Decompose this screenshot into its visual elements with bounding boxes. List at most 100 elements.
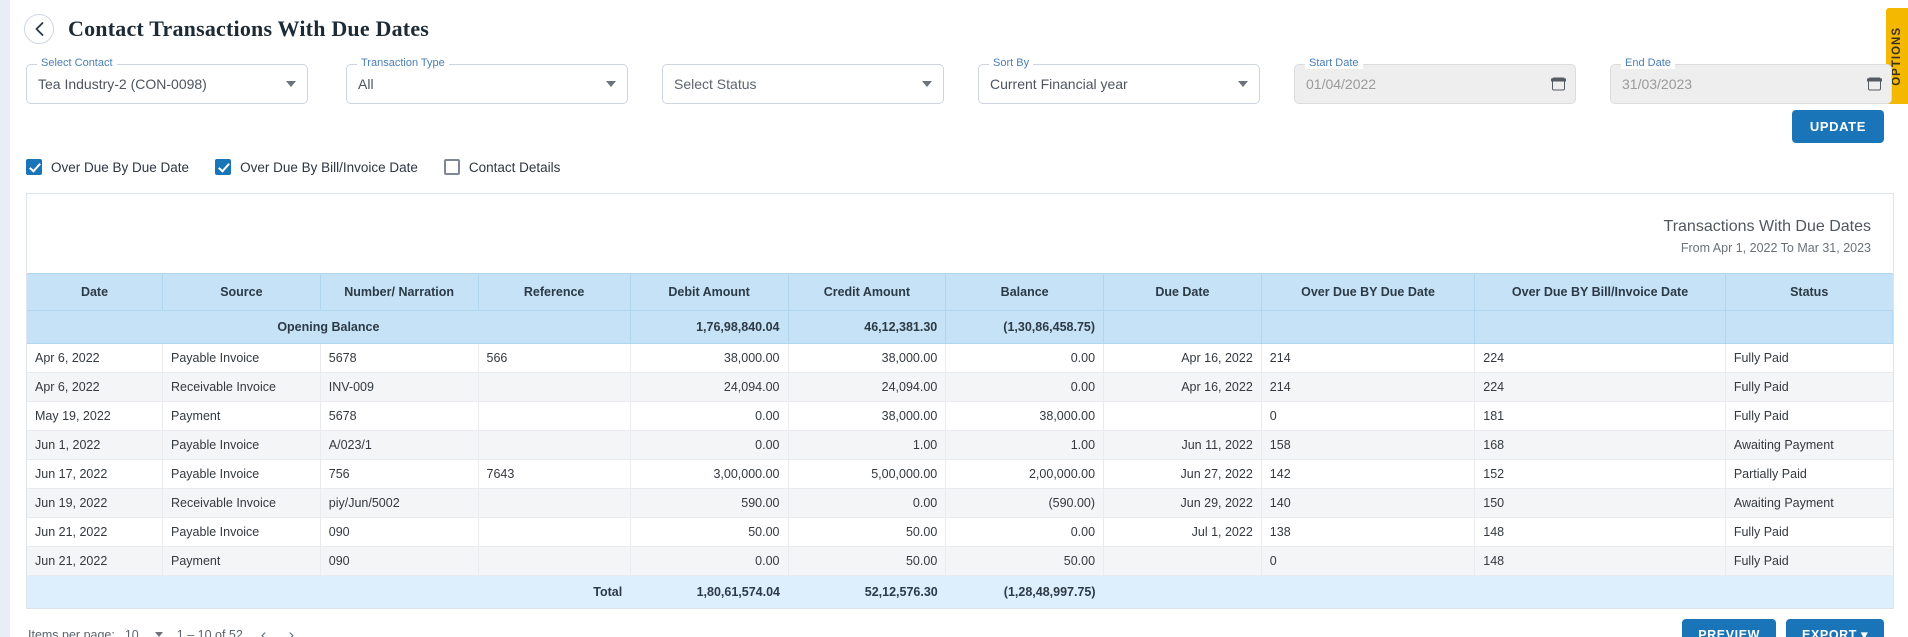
cell-number: 756 xyxy=(320,459,479,489)
checkbox-over-due-by-due-date[interactable]: Over Due By Due Date xyxy=(26,159,189,175)
total-debit: 1,80,61,574.04 xyxy=(630,575,788,608)
cell-credit: 5,00,000.00 xyxy=(788,459,947,489)
pagination-range: 1 – 10 of 52 xyxy=(176,627,243,637)
calendar-icon[interactable] xyxy=(1867,77,1882,91)
cell-status: Fully Paid xyxy=(1725,517,1893,547)
items-per-page-value: 10 xyxy=(124,627,139,637)
table-row[interactable]: Jun 1, 2022 Payable Invoice A/023/1 0.00… xyxy=(27,430,1893,460)
cell-balance: (590.00) xyxy=(945,488,1105,518)
export-button[interactable]: EXPORT ▾ xyxy=(1786,619,1884,637)
cell-debit: 0.00 xyxy=(630,430,789,460)
column-header-number-narration[interactable]: Number/ Narration xyxy=(320,273,479,311)
table-row[interactable]: Apr 6, 2022 Receivable Invoice INV-009 2… xyxy=(27,372,1893,402)
items-per-page-select[interactable]: 10 xyxy=(125,628,163,637)
filter-checkbox-row: Over Due By Due Date Over Due By Bill/In… xyxy=(10,143,1908,187)
filter-bar: Select Contact Tea Industry-2 (CON-0098)… xyxy=(10,52,1908,114)
cell-credit: 1.00 xyxy=(788,430,947,460)
sort-by-value: Current Financial year xyxy=(990,76,1128,92)
checkbox-box[interactable] xyxy=(26,159,42,175)
cell-overdue-bill: 148 xyxy=(1474,546,1726,576)
checkbox-label: Over Due By Bill/Invoice Date xyxy=(240,159,418,175)
table-row[interactable]: Jun 19, 2022 Receivable Invoice piy/Jun/… xyxy=(27,488,1893,518)
back-button[interactable] xyxy=(24,14,54,44)
end-date-field[interactable]: End Date 31/03/2023 xyxy=(1610,57,1892,104)
cell-reference xyxy=(478,401,631,431)
opening-balance-label: Opening Balance xyxy=(27,310,631,344)
preview-button[interactable]: PREVIEW xyxy=(1682,619,1777,637)
cell-balance: 1.00 xyxy=(945,430,1105,460)
cell-overdue-bill: 181 xyxy=(1474,401,1726,431)
column-header-debit-amount[interactable]: Debit Amount xyxy=(630,273,789,311)
cell-credit: 24,094.00 xyxy=(788,372,947,402)
cell-date: May 19, 2022 xyxy=(27,401,163,431)
cell-debit: 50.00 xyxy=(630,517,789,547)
sort-by-field[interactable]: Sort By Current Financial year xyxy=(978,57,1260,104)
cell-overdue-due: 140 xyxy=(1261,488,1476,518)
opening-balance-debit: 1,76,98,840.04 xyxy=(630,310,789,344)
start-date-field[interactable]: Start Date 01/04/2022 xyxy=(1294,57,1576,104)
cell-due-date: Jun 27, 2022 xyxy=(1103,459,1262,489)
chevron-right-icon[interactable]: › xyxy=(284,625,298,637)
cell-due-date xyxy=(1103,401,1262,431)
footer-actions: PREVIEW EXPORT ▾ xyxy=(1682,619,1884,637)
column-header-due-date[interactable]: Due Date xyxy=(1103,273,1262,311)
table-row[interactable]: Jun 17, 2022 Payable Invoice 756 7643 3,… xyxy=(27,459,1893,489)
column-header-source[interactable]: Source xyxy=(162,273,321,311)
cell-date: Apr 6, 2022 xyxy=(27,372,163,402)
checkbox-label: Contact Details xyxy=(468,159,561,175)
cell-source: Receivable Invoice xyxy=(162,372,321,402)
update-button[interactable]: UPDATE xyxy=(1791,110,1884,143)
table-row[interactable]: May 19, 2022 Payment 5678 0.00 38,000.00… xyxy=(27,401,1893,431)
cell-overdue-due: 214 xyxy=(1261,343,1476,373)
cell-overdue-due: 158 xyxy=(1261,430,1476,460)
opening-balance-row: Opening Balance 1,76,98,840.04 46,12,381… xyxy=(27,310,1894,344)
column-header-over-due-by-due-date[interactable]: Over Due BY Due Date xyxy=(1261,273,1476,311)
select-contact-field[interactable]: Select Contact Tea Industry-2 (CON-0098) xyxy=(26,57,308,104)
chevron-down-icon: ▾ xyxy=(1861,628,1868,637)
cell-overdue-bill: 168 xyxy=(1474,430,1726,460)
column-header-over-due-by-bill-invoice-date[interactable]: Over Due BY Bill/Invoice Date xyxy=(1474,273,1726,311)
table-row[interactable]: Jun 21, 2022 Payment 090 0.00 50.00 50.0… xyxy=(27,546,1893,576)
select-status-field[interactable]: Select Status xyxy=(662,64,944,104)
cell-reference xyxy=(478,430,631,460)
cell-debit: 590.00 xyxy=(630,488,789,518)
column-header-reference[interactable]: Reference xyxy=(478,273,631,311)
cell-credit: 38,000.00 xyxy=(788,401,947,431)
column-header-credit-amount[interactable]: Credit Amount xyxy=(788,273,947,311)
cell-overdue-bill: 224 xyxy=(1474,343,1726,373)
table-row[interactable]: Jun 21, 2022 Payable Invoice 090 50.00 5… xyxy=(27,517,1893,547)
cell-source: Receivable Invoice xyxy=(162,488,321,518)
checkbox-contact-details[interactable]: Contact Details xyxy=(443,159,561,175)
chevron-down-icon xyxy=(606,81,616,87)
column-header-date[interactable]: Date xyxy=(27,273,163,311)
cell-status: Fully Paid xyxy=(1725,546,1893,576)
checkbox-box[interactable] xyxy=(215,159,232,175)
table-row[interactable]: Apr 6, 2022 Payable Invoice 5678 566 38,… xyxy=(27,343,1893,373)
cell-reference: 7643 xyxy=(478,459,631,489)
report-page: Contact Transactions With Due Dates OPTI… xyxy=(0,0,1908,637)
total-due-date xyxy=(1103,575,1262,608)
select-contact-value: Tea Industry-2 (CON-0098) xyxy=(38,76,207,92)
column-header-balance[interactable]: Balance xyxy=(945,273,1105,311)
cell-debit: 3,00,000.00 xyxy=(630,459,789,489)
checkbox-label: Over Due By Due Date xyxy=(51,159,190,175)
checkbox-over-due-by-bill-invoice-date[interactable]: Over Due By Bill/Invoice Date xyxy=(215,159,418,175)
total-row: Total 1,80,61,574.04 52,12,576.30 (1,28,… xyxy=(27,575,1893,608)
cell-date: Jun 21, 2022 xyxy=(27,517,163,547)
cell-due-date: Jun 11, 2022 xyxy=(1103,430,1262,460)
cell-credit: 50.00 xyxy=(788,546,947,576)
items-per-page-label: Items per page: xyxy=(28,627,115,637)
chevron-left-icon[interactable]: ‹ xyxy=(257,625,271,637)
cell-overdue-due: 142 xyxy=(1261,459,1476,489)
total-overdue-bill xyxy=(1474,575,1726,608)
transaction-type-field[interactable]: Transaction Type All xyxy=(346,57,628,104)
checkbox-box[interactable] xyxy=(443,159,460,175)
chevron-down-icon xyxy=(1238,81,1248,87)
column-header-status[interactable]: Status xyxy=(1725,273,1893,311)
cell-source: Payable Invoice xyxy=(162,343,321,373)
calendar-icon[interactable] xyxy=(1551,77,1566,91)
export-button-label: EXPORT xyxy=(1802,628,1858,637)
cell-source: Payable Invoice xyxy=(162,459,321,489)
cell-reference xyxy=(478,372,631,402)
cell-reference: 566 xyxy=(478,343,631,373)
